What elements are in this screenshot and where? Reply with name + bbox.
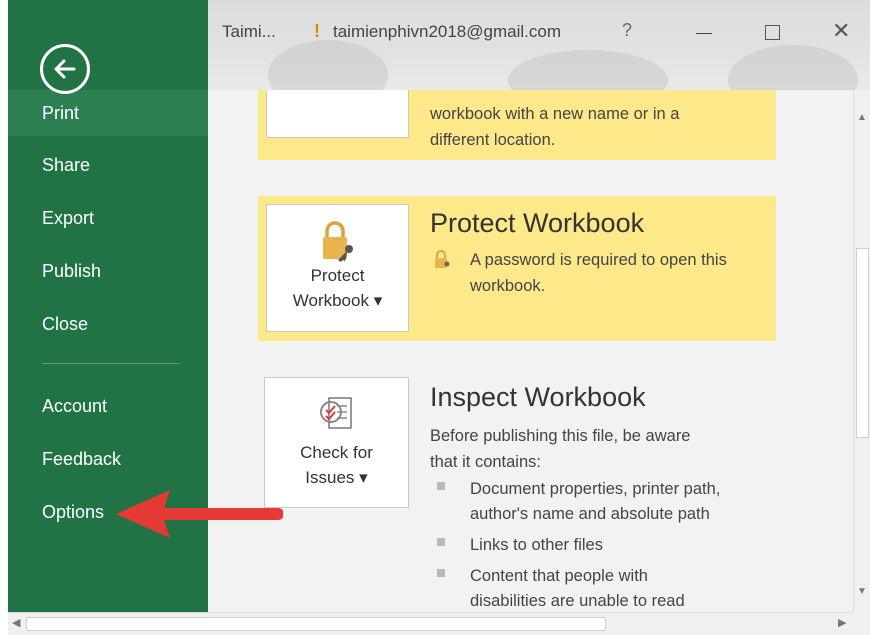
account-email[interactable]: taimienphivn2018@gmail.com: [333, 22, 561, 42]
inspect-tile-label-1: Check for: [300, 443, 373, 462]
bullet-text: Content that people with: [470, 567, 648, 585]
lock-icon: [435, 250, 450, 268]
protect-tile-label-2: Workbook ▾: [292, 291, 383, 310]
protect-workbook-title: Protect Workbook: [430, 208, 645, 238]
excel-backstage-window: Print Share Export Publish Close Account…: [0, 0, 870, 635]
sidebar-item-label: Options: [42, 501, 105, 522]
bullet-text: Links to other files: [470, 536, 603, 554]
sidebar-item-label: Account: [42, 395, 108, 416]
sidebar-item-label: Share: [42, 154, 91, 175]
sidebar-item-label: Close: [42, 313, 89, 334]
bullet-marker: [437, 538, 445, 546]
info-content: workbook with a new name or in a differe…: [208, 90, 853, 612]
bullet-marker: [437, 482, 445, 490]
sidebar-item-export[interactable]: Export: [8, 196, 208, 240]
annotation-arrow-icon: [116, 490, 283, 538]
scroll-up-icon[interactable]: ▲: [857, 112, 867, 123]
sidebar-item-feedback[interactable]: Feedback: [8, 437, 208, 481]
titlebar-decoration: [268, 40, 388, 90]
lock-key-icon: [322, 221, 353, 262]
sidebar-item-label: Export: [42, 207, 95, 228]
scroll-left-icon[interactable]: ◀: [12, 616, 20, 629]
bullet-text: author's name and absolute path: [470, 505, 710, 523]
scroll-right-icon[interactable]: ▶: [838, 616, 846, 629]
sidebar-item-share[interactable]: Share: [8, 143, 208, 187]
scroll-down-icon[interactable]: ▼: [857, 586, 867, 597]
warning-icon[interactable]: !: [309, 21, 325, 41]
protect-workbook-button[interactable]: Protect Workbook ▾: [266, 204, 409, 332]
sidebar-item-publish[interactable]: Publish: [8, 249, 208, 293]
inspect-checklist-icon: [319, 397, 352, 429]
inspect-tile-label-2: Issues ▾: [305, 468, 368, 487]
sidebar-item-account[interactable]: Account: [8, 384, 208, 428]
title-bar: Taimi... ! taimienphivn2018@gmail.com ? …: [208, 0, 870, 90]
sidebar-item-close[interactable]: Close: [8, 302, 208, 346]
sidebar-item-label: Publish: [42, 260, 102, 281]
bullet-marker: [437, 569, 445, 577]
check-for-issues-button[interactable]: Check for Issues ▾: [264, 377, 409, 508]
vertical-scrollbar[interactable]: ▲ ▼: [853, 90, 870, 612]
help-button[interactable]: ?: [622, 20, 632, 41]
protect-description-1: A password is required to open this: [470, 251, 727, 269]
vertical-scroll-thumb[interactable]: [856, 248, 869, 438]
save-as-tile[interactable]: [266, 90, 409, 138]
minimize-button[interactable]: [696, 33, 712, 34]
sidebar-item-label: Feedback: [42, 448, 122, 469]
sidebar-item-print[interactable]: Print: [8, 90, 208, 136]
inspect-intro-1: Before publishing this file, be aware: [430, 427, 691, 445]
bullet-text: Document properties, printer path,: [470, 480, 721, 498]
inspect-workbook-title: Inspect Workbook: [430, 382, 646, 412]
protect-description-2: workbook.: [470, 277, 546, 295]
maximize-button[interactable]: [765, 25, 780, 40]
sidebar-item-label: Print: [42, 102, 80, 123]
protect-tile-label-1: Protect: [310, 266, 365, 285]
titlebar-decoration: [728, 45, 858, 90]
close-button[interactable]: ✕: [832, 18, 850, 44]
back-button[interactable]: [40, 44, 90, 94]
scrollbar-corner: [853, 612, 870, 635]
sidebar-divider: [42, 363, 180, 364]
bullet-text: disabilities are unable to read: [470, 592, 685, 610]
titlebar-decoration: [508, 50, 668, 90]
save-as-description-1: workbook with a new name or in a: [430, 105, 680, 123]
horizontal-scroll-thumb[interactable]: [26, 617, 606, 631]
back-arrow-icon: [54, 59, 76, 79]
save-as-description-2: different location.: [430, 131, 556, 149]
inspect-intro-2: that it contains:: [430, 453, 541, 471]
horizontal-scrollbar[interactable]: ◀ ▶: [8, 612, 853, 635]
file-name: Taimi...: [222, 22, 276, 41]
